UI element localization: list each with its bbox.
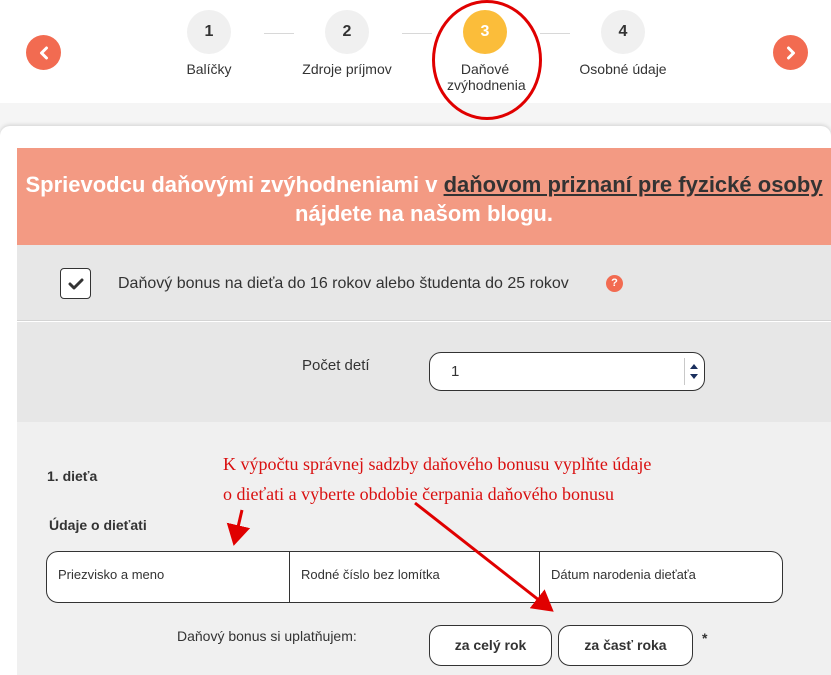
chevron-left-icon[interactable] — [26, 35, 61, 70]
child-subtitle: Údaje o dieťati — [49, 517, 147, 533]
wizard-header — [0, 0, 831, 103]
child-id-field[interactable]: Rodné číslo bez lomítka — [290, 552, 540, 602]
step-label: Osobné údaje — [579, 61, 667, 77]
child-bonus-checkbox[interactable] — [60, 268, 91, 299]
banner-text-end: nájdete na našom blogu. — [295, 201, 553, 226]
full-year-button[interactable]: za celý rok — [429, 625, 552, 666]
wizard-step-3[interactable]: 3 Daňové zvýhodnenia — [430, 10, 540, 93]
step-number: 1 — [187, 10, 231, 54]
step-connector — [540, 33, 570, 34]
annotation-text: K výpočtu správnej sadzby daňového bonus… — [223, 449, 651, 509]
part-year-button[interactable]: za časť roka — [558, 625, 693, 666]
child-name-field[interactable]: Priezvisko a meno — [47, 552, 290, 602]
chevron-right-icon[interactable] — [773, 35, 808, 70]
step-number: 3 — [463, 10, 507, 54]
child-birthdate-field[interactable]: Dátum narodenia dieťaťa — [540, 552, 782, 602]
info-banner: Sprievodcu daňovými zvýhodneniami v daňo… — [17, 148, 831, 245]
annotation-line-1: K výpočtu správnej sadzby daňového bonus… — [223, 454, 652, 474]
wizard-step-1[interactable]: 1 Balíčky — [154, 10, 264, 77]
bonus-period-label: Daňový bonus si uplatňujem: — [177, 628, 357, 644]
spinner-down-icon[interactable] — [690, 374, 698, 379]
children-count-input[interactable]: 1 — [429, 352, 705, 391]
blog-link[interactable]: daňovom priznaní pre fyzické osoby — [444, 172, 823, 197]
spinner-up-icon[interactable] — [690, 364, 698, 369]
step-number: 4 — [601, 10, 645, 54]
banner-text: Sprievodcu daňovými zvýhodneniami v — [25, 172, 444, 197]
children-count-section — [17, 322, 831, 422]
children-count-label: Počet detí — [302, 357, 370, 374]
child-title: 1. dieťa — [47, 468, 98, 484]
step-number: 2 — [325, 10, 369, 54]
number-spinner[interactable] — [684, 358, 702, 385]
step-label: Zdroje príjmov — [302, 61, 392, 77]
required-mark: * — [702, 630, 708, 646]
child-bonus-label: Daňový bonus na dieťa do 16 rokov alebo … — [118, 275, 569, 292]
step-label: Daňové zvýhodnenia — [447, 61, 526, 93]
child-fields-group: Priezvisko a meno Rodné číslo bez lomítk… — [46, 551, 783, 603]
step-connector — [264, 33, 294, 34]
step-label: Balíčky — [186, 61, 232, 77]
wizard-step-4[interactable]: 4 Osobné údaje — [568, 10, 678, 77]
wizard-step-2[interactable]: 2 Zdroje príjmov — [292, 10, 402, 77]
checkmark-icon — [68, 278, 83, 289]
annotation-line-2: o dieťati a vyberte obdobie čerpania daň… — [223, 484, 615, 504]
help-icon[interactable]: ? — [606, 275, 623, 292]
step-connector — [402, 33, 432, 34]
